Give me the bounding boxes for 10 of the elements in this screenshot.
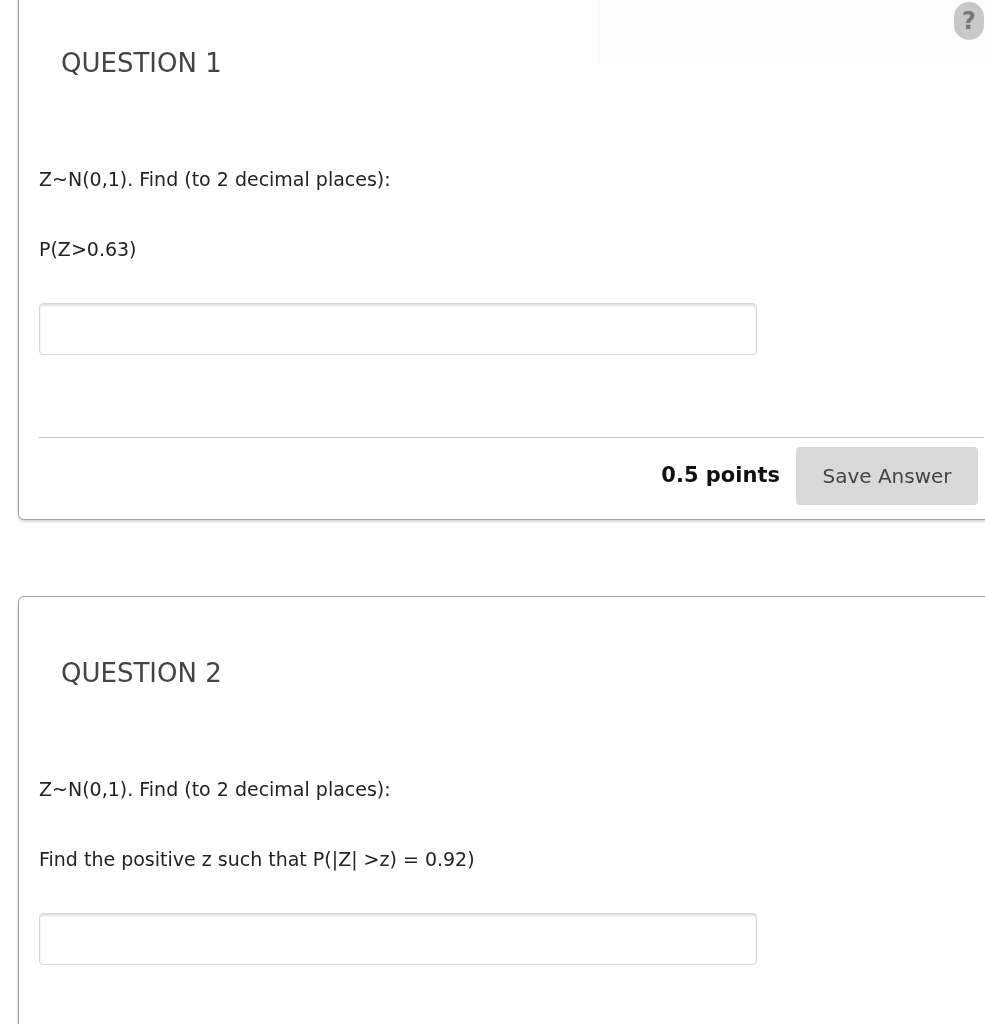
question-title: QUESTION 2 [61, 657, 223, 689]
answer-field[interactable] [39, 303, 757, 355]
question-text: Find the positive z such that P(|Z| >z) = 0.92) [39, 847, 476, 871]
question-text: Z~N(0,1). Find (to 2 decimal places): [39, 167, 392, 191]
question-text: Z~N(0,1). Find (to 2 decimal places): [39, 777, 392, 801]
question-title: QUESTION 1 [61, 47, 223, 79]
points-label: 0.5 points [661, 462, 780, 490]
question-text: P(Z>0.63) [39, 237, 138, 261]
save-answer-button[interactable]: Save Answer [796, 447, 978, 505]
answer-field[interactable] [39, 913, 757, 965]
